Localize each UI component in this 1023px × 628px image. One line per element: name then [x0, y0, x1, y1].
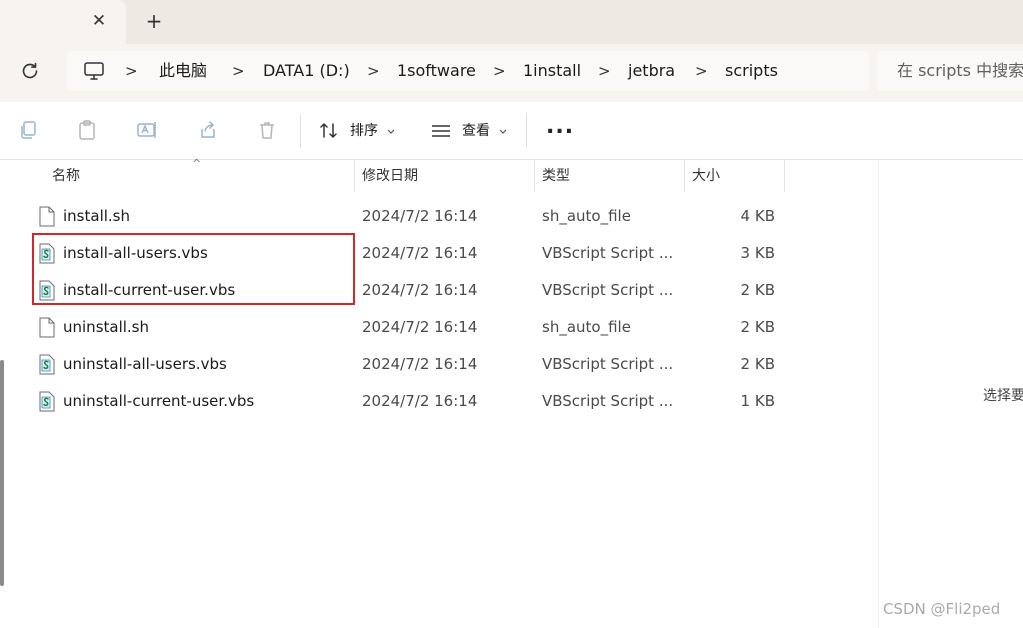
breadcrumb-jetbra[interactable]: jetbra	[628, 60, 675, 82]
file-name: uninstall-all-users.vbs	[63, 355, 227, 373]
view-icon	[432, 125, 450, 137]
address-bar[interactable]: > 此电脑 > DATA1 (D:) > 1software > 1instal…	[67, 51, 869, 91]
new-tab-icon[interactable]: +	[143, 10, 165, 32]
toolbar-divider	[300, 114, 301, 148]
vbs-script-icon	[39, 391, 55, 412]
chevron-right-icon[interactable]: >	[598, 60, 611, 82]
toolbar-divider	[526, 114, 527, 148]
file-type: sh_auto_file	[542, 318, 631, 336]
file-type: VBScript Script ...	[542, 392, 674, 410]
file-size: 3 KB	[740, 244, 775, 262]
copy-icon[interactable]	[16, 118, 40, 142]
column-header-type[interactable]: 类型	[542, 160, 682, 192]
breadcrumb-this-pc[interactable]: 此电脑	[159, 60, 207, 82]
delete-icon[interactable]	[255, 118, 279, 142]
file-modified: 2024/7/2 16:14	[362, 392, 478, 410]
rename-icon[interactable]	[135, 118, 159, 142]
close-tab-icon[interactable]: ✕	[88, 10, 110, 32]
search-placeholder: 在 scripts 中搜索	[897, 61, 1023, 80]
column-header-size[interactable]: 大小	[692, 160, 782, 192]
vbs-script-icon	[39, 354, 55, 375]
more-options-button[interactable]: ...	[546, 116, 574, 138]
chevron-right-icon[interactable]: >	[695, 60, 708, 82]
file-size: 4 KB	[740, 207, 775, 225]
file-row[interactable]: install.sh 2024/7/2 16:14 sh_auto_file 4…	[30, 198, 790, 235]
active-tab[interactable]: ✕	[0, 0, 126, 44]
blank-file-icon	[39, 206, 55, 227]
file-name: uninstall-current-user.vbs	[63, 392, 255, 410]
preview-pane: 选择要	[878, 160, 1023, 628]
column-header-modified[interactable]: 修改日期	[362, 160, 532, 192]
column-divider[interactable]	[354, 160, 355, 192]
file-name: install.sh	[63, 207, 130, 225]
file-size: 1 KB	[740, 392, 775, 410]
column-divider[interactable]	[684, 160, 685, 192]
paste-icon[interactable]	[75, 118, 99, 142]
file-modified: 2024/7/2 16:14	[362, 244, 478, 262]
chevron-right-icon[interactable]: >	[493, 60, 506, 82]
this-pc-icon[interactable]	[83, 60, 105, 82]
preview-hint-text: 选择要	[983, 388, 1023, 404]
file-type: VBScript Script ...	[542, 244, 674, 262]
highlight-annotation-box	[32, 233, 355, 305]
file-modified: 2024/7/2 16:14	[362, 355, 478, 373]
command-bar: 排序 查看 ...	[0, 102, 1023, 160]
file-modified: 2024/7/2 16:14	[362, 207, 478, 225]
breadcrumb-scripts[interactable]: scripts	[725, 60, 778, 82]
chevron-right-icon[interactable]: >	[367, 60, 380, 82]
scrollbar[interactable]	[0, 360, 4, 586]
breadcrumb-data1[interactable]: DATA1 (D:)	[263, 60, 350, 82]
file-row[interactable]: uninstall.sh 2024/7/2 16:14 sh_auto_file…	[30, 309, 790, 346]
watermark: CSDN @Fli2ped	[883, 600, 1001, 618]
column-divider[interactable]	[784, 160, 785, 192]
share-icon[interactable]	[196, 118, 220, 142]
file-name: uninstall.sh	[63, 318, 150, 336]
file-size: 2 KB	[740, 281, 775, 299]
tab-strip: ✕ +	[0, 0, 1023, 44]
column-divider[interactable]	[534, 160, 535, 192]
chevron-right-icon[interactable]: >	[232, 60, 245, 82]
breadcrumb-1install[interactable]: 1install	[523, 60, 581, 82]
chevron-down-icon	[387, 129, 395, 134]
file-row[interactable]: uninstall-all-users.vbs 2024/7/2 16:14 V…	[30, 346, 790, 383]
blank-file-icon	[39, 317, 55, 338]
file-size: 2 KB	[740, 355, 775, 373]
file-type: sh_auto_file	[542, 207, 631, 225]
file-row[interactable]: uninstall-current-user.vbs 2024/7/2 16:1…	[30, 383, 790, 420]
chevron-right-icon[interactable]: >	[125, 60, 138, 82]
refresh-icon[interactable]	[18, 59, 42, 83]
navigation-bar: > 此电脑 > DATA1 (D:) > 1software > 1instal…	[0, 44, 1023, 102]
file-size: 2 KB	[740, 318, 775, 336]
sort-label: 排序	[350, 123, 378, 139]
file-modified: 2024/7/2 16:14	[362, 281, 478, 299]
file-type: VBScript Script ...	[542, 355, 674, 373]
chevron-down-icon	[499, 129, 507, 134]
sort-icon	[320, 122, 337, 139]
file-list: ^ 名称 修改日期 类型 大小 install.sh 2024/7/2 16:1…	[0, 157, 878, 628]
breadcrumb-1software[interactable]: 1software	[397, 60, 476, 82]
view-label: 查看	[462, 123, 490, 139]
file-modified: 2024/7/2 16:14	[362, 318, 478, 336]
search-box[interactable]: 在 scripts 中搜索	[877, 51, 1023, 91]
file-type: VBScript Script ...	[542, 281, 674, 299]
column-header-name[interactable]: 名称	[52, 160, 352, 192]
